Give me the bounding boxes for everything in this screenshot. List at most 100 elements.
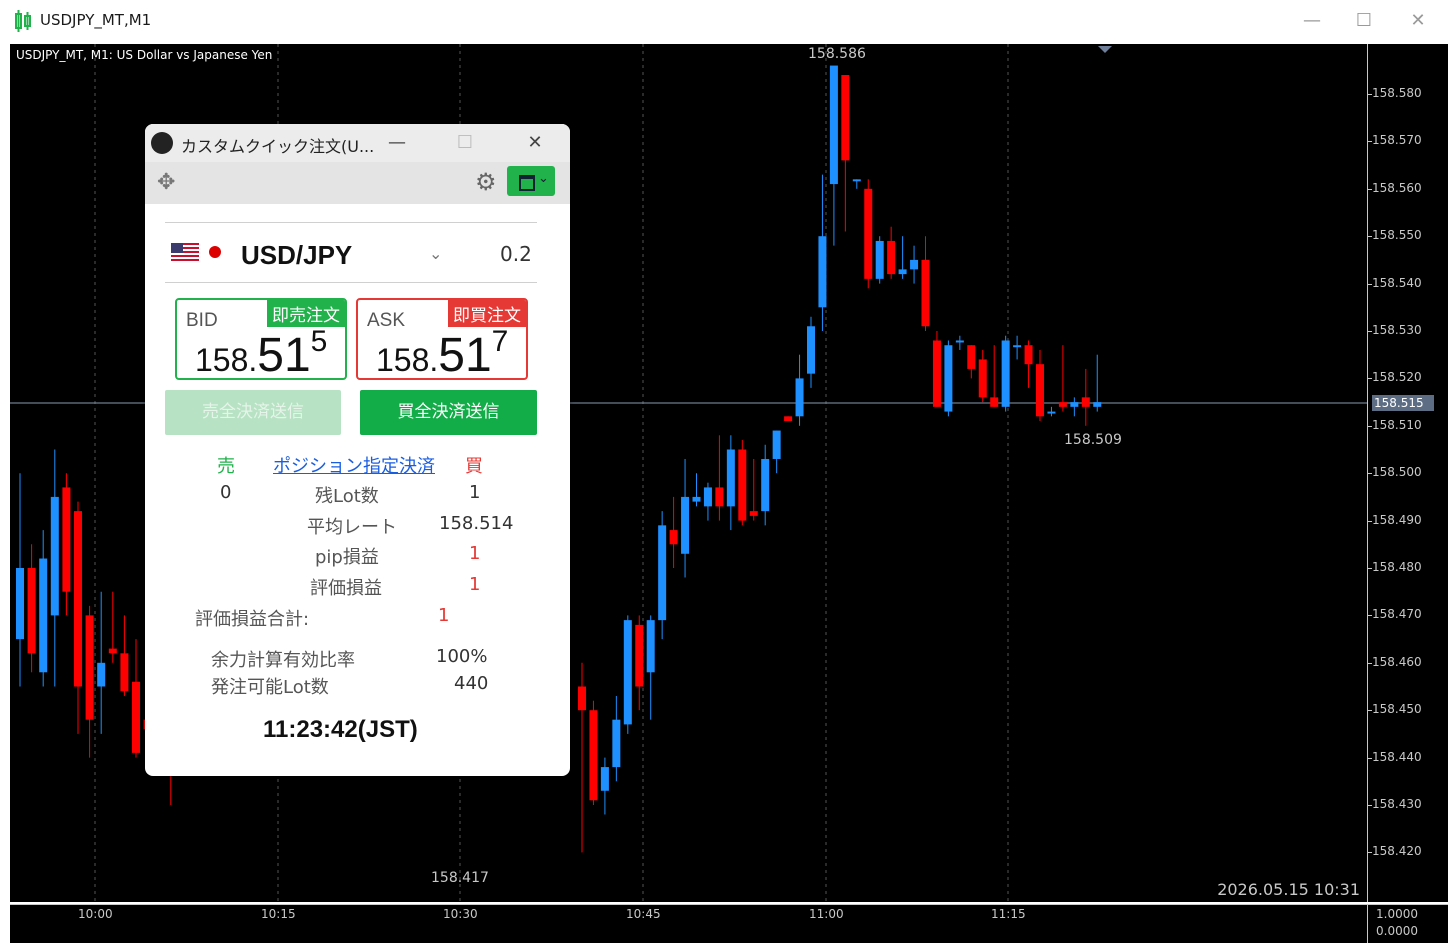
candle-body: [132, 681, 140, 753]
candle-body: [108, 648, 117, 654]
candle-body: [898, 269, 907, 275]
panel-close-button[interactable]: ✕: [517, 130, 553, 156]
price-tick: 158.510: [1372, 417, 1422, 432]
candle-body: [74, 511, 82, 687]
buy-order-tag: 即買注文: [448, 300, 526, 327]
candle-body: [887, 240, 896, 275]
window-icon: [519, 175, 535, 191]
panel-titlebar[interactable]: カスタムクイック注文(U... — ☐ ✕: [145, 124, 570, 162]
ask-quote-button[interactable]: ASK 即買注文 158.517: [356, 298, 528, 382]
candle-body: [1070, 402, 1079, 407]
candle-body: [715, 487, 724, 507]
total-pl-value: 1: [438, 605, 450, 626]
candle-body: [646, 620, 655, 673]
margin-ratio-value: 100%: [436, 646, 488, 667]
jst-clock: 11:23:42(JST): [263, 716, 418, 743]
time-tick: 10:15: [261, 907, 296, 921]
buy-lots-value: 1: [469, 482, 481, 503]
time-axis[interactable]: 10:00 10:15 10:30 10:45 11:00 11:15: [10, 904, 1367, 943]
sell-header: 売: [217, 456, 235, 477]
candle-body: [875, 240, 884, 279]
candle-body: [85, 615, 94, 720]
price-axis[interactable]: 158.580 158.570 158.560 158.550 158.540 158.5…: [1367, 44, 1448, 902]
sell-order-tag: 即売注文: [267, 300, 345, 327]
candle-body: [738, 449, 747, 521]
candle-body: [1024, 345, 1033, 365]
candle-body: [120, 653, 129, 692]
panel-minimize-button[interactable]: —: [379, 130, 415, 156]
pip-pl-label: pip損益: [315, 547, 379, 568]
candle-body: [681, 496, 690, 554]
candle-body: [932, 340, 941, 407]
chart-header: USDJPY_MT, M1: US Dollar vs Japanese Yen: [16, 48, 273, 62]
candle-body: [1036, 364, 1044, 417]
candle-body: [39, 558, 48, 673]
candle-body: [807, 326, 815, 374]
close-button[interactable]: ✕: [1400, 8, 1436, 34]
bid-quote-button[interactable]: BID 即売注文 158.515: [175, 298, 347, 382]
candle-body: [589, 710, 598, 801]
globe-icon: [151, 132, 173, 154]
indicator-axis: 1.0000 0.0000: [1367, 904, 1448, 943]
total-pl-label: 評価損益合計:: [195, 609, 310, 630]
maximize-button[interactable]: ☐: [1346, 8, 1382, 34]
panel-title: カスタムクイック注文(U...: [181, 137, 375, 156]
chevron-down-icon[interactable]: ⌄: [429, 244, 442, 263]
candle-body: [829, 65, 838, 185]
candle-body: [703, 487, 712, 507]
divider: [165, 222, 537, 223]
candle-body: [1001, 340, 1010, 407]
candle-body: [910, 259, 919, 270]
quick-order-panel: カスタムクイック注文(U... — ☐ ✕ ✥ ⚙ ⌄ USD/JPY ⌄ 0.…: [145, 124, 570, 776]
avg-rate-value: 158.514: [439, 513, 514, 534]
bid-price: 158.515: [195, 325, 328, 382]
minimize-button[interactable]: —: [1294, 8, 1330, 34]
price-tick: 158.530: [1372, 323, 1422, 337]
divider: [165, 282, 537, 283]
price-tick: 158.460: [1372, 654, 1422, 669]
candle-body: [841, 75, 850, 161]
candle-body: [1047, 411, 1056, 414]
avg-rate-label: 平均レート: [307, 517, 397, 538]
time-tick: 11:00: [809, 907, 844, 921]
candle-body: [784, 416, 793, 422]
candle-body: [955, 340, 964, 343]
view-mode-button[interactable]: ⌄: [507, 166, 555, 196]
sell-lots-value: 0: [220, 482, 232, 503]
low-price-label: 158.417: [431, 870, 489, 886]
window-titlebar: USDJPY_MT,M1 — ☐ ✕: [0, 0, 1452, 42]
pip-pl-value: 1: [469, 543, 481, 564]
candle-body: [600, 767, 609, 791]
sell-close-all-button[interactable]: 売全決済送信: [165, 390, 341, 435]
candle-body: [852, 179, 861, 182]
chevron-down-icon: ⌄: [538, 171, 549, 186]
position-close-link[interactable]: ポジション指定決済: [273, 452, 435, 478]
chart-shift-marker: [1098, 46, 1112, 53]
time-tick: 10:30: [443, 907, 478, 921]
candle-body: [578, 686, 586, 711]
gear-icon[interactable]: ⚙: [475, 168, 497, 196]
jp-flag-icon: [203, 243, 227, 261]
price-tick: 158.540: [1372, 275, 1422, 290]
candle-body: [726, 449, 735, 507]
window-title: USDJPY_MT,M1: [40, 11, 152, 29]
chart-datetime: 2026.05.15 10:31: [1217, 880, 1360, 899]
ask-price: 158.517: [376, 325, 509, 382]
price-tick: 158.480: [1372, 560, 1422, 574]
candle-body: [818, 236, 827, 308]
move-icon[interactable]: ✥: [157, 170, 175, 195]
current-price-tag: 158.515: [1372, 395, 1434, 411]
orderable-lots-label: 発注可能Lot数: [211, 677, 329, 698]
time-tick: 10:00: [78, 907, 113, 921]
price-tick: 158.430: [1372, 797, 1422, 811]
candle-body: [990, 397, 999, 407]
price-tick: 158.580: [1372, 86, 1422, 100]
candle-body: [16, 568, 24, 640]
spread-value: 0.2: [500, 242, 532, 266]
price-tick: 158.440: [1372, 749, 1422, 764]
panel-maximize-button[interactable]: ☐: [447, 130, 483, 156]
price-tick: 158.420: [1372, 844, 1422, 859]
buy-close-all-button[interactable]: 買全決済送信: [360, 390, 537, 435]
price-tick: 158.450: [1372, 702, 1422, 717]
candle-body: [612, 719, 621, 768]
